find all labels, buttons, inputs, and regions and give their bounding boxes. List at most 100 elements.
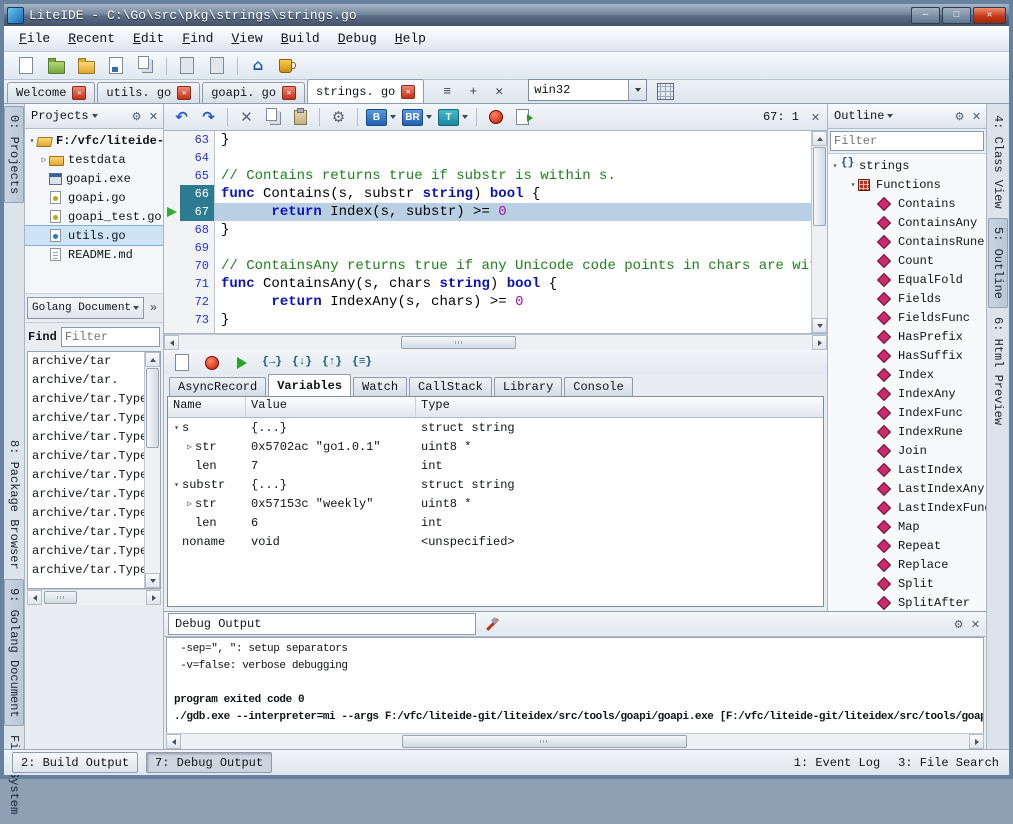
doc-browser-more-button[interactable]: » [146,301,161,315]
doc-item-archive-tar-typereg[interactable]: archive/tar.TypeReg [28,504,144,523]
editor-close-icon[interactable]: ✕ [809,111,822,124]
projects-view-combo[interactable]: Projects [28,108,101,124]
projects-gear-icon[interactable]: ⚙ [130,110,143,123]
scroll-up-icon[interactable] [145,352,160,367]
doc-item-archive-tar-typelink[interactable]: archive/tar.TypeLink [28,485,144,504]
code-editor[interactable]: 6364656667686970717273 } // Contains retu… [164,131,827,334]
margin-cell[interactable] [164,221,180,239]
menu-edit[interactable]: Edit [124,29,173,48]
code-line[interactable]: } [221,221,811,239]
line-number[interactable]: 68 [180,221,214,239]
debug-tab-watch[interactable]: Watch [353,377,407,396]
code-line[interactable] [221,149,811,167]
expander-icon[interactable]: ▷ [184,499,195,509]
tree-item-indexrune[interactable]: IndexRune [828,422,986,441]
menu-find[interactable]: Find [173,29,222,48]
doc-item-archive-tar-typecont[interactable]: archive/tar.TypeCont [28,428,144,447]
line-number[interactable]: 71 [180,275,214,293]
side-tab-5-outline[interactable]: 5: Outline [988,218,1008,308]
tree-item-functions[interactable]: ▾Functions [828,175,986,194]
column-header-type[interactable]: Type [416,397,823,417]
tree-item-goapi-exe[interactable]: goapi.exe [25,169,163,188]
scroll-thumb[interactable] [146,368,159,448]
side-tab-9-golang-document[interactable]: 9: Golang Document [4,579,24,727]
line-number[interactable]: 67 [180,203,214,221]
code-area[interactable]: } // Contains returns true if substr is w… [215,131,811,333]
menu-file[interactable]: File [10,29,59,48]
clear-output-icon[interactable] [484,617,498,631]
statusbar-2-build-output[interactable]: 2: Build Output [12,752,138,773]
margin-cell[interactable] [164,131,180,149]
target-combo[interactable]: win32 [528,79,647,101]
export-button[interactable] [510,107,535,127]
save-all-button[interactable] [132,55,160,77]
variable-row[interactable]: len7int [168,456,823,475]
menu-recent[interactable]: Recent [59,29,124,48]
tree-item-indexfunc[interactable]: IndexFunc [828,403,986,422]
code-line[interactable]: } [221,131,811,149]
menu-help[interactable]: Help [386,29,435,48]
code-line[interactable]: return IndexAny(s, chars) >= 0 [221,293,811,311]
scroll-thumb[interactable] [813,147,826,226]
outline-view-combo[interactable]: Outline [831,108,896,124]
start-debug-button[interactable] [483,107,508,127]
code-line[interactable]: // Contains returns true if substr is wi… [221,167,811,185]
tree-item-map[interactable]: Map [828,517,986,536]
column-header-name[interactable]: Name [168,397,246,417]
tree-item-lastindexfunc[interactable]: LastIndexFunc [828,498,986,517]
debug-tab-asyncrecord[interactable]: AsyncRecord [169,377,266,396]
doc-list-hscrollbar[interactable] [27,589,161,605]
scroll-left-icon[interactable] [166,734,181,749]
tree-item-lastindexany[interactable]: LastIndexAny [828,479,986,498]
line-number[interactable]: 70 [180,257,214,275]
step-into-button[interactable]: {↓} [289,352,315,373]
tree-item-fieldsfunc[interactable]: FieldsFunc [828,308,986,327]
minimize-button[interactable]: ─ [911,7,940,24]
scroll-up-icon[interactable] [812,131,827,146]
cut-button[interactable]: ✕ [234,107,259,127]
doc-item-archive-tar-typefifo[interactable]: archive/tar.TypeFifo [28,466,144,485]
doc-item-archive-tar-typedir[interactable]: archive/tar.TypeDir [28,447,144,466]
scroll-down-icon[interactable] [145,573,160,588]
split-editor-button[interactable]: + [462,82,484,101]
expander-icon[interactable]: ▾ [848,180,858,190]
tree-item-join[interactable]: Join [828,441,986,460]
close-file-button[interactable] [203,55,231,77]
variable-row[interactable]: nonamevoid<unspecified> [168,532,823,551]
output-gear-icon[interactable]: ⚙ [952,618,965,631]
line-number[interactable]: 69 [180,239,214,257]
expander-icon[interactable]: ▾ [830,161,840,171]
scroll-down-icon[interactable] [812,318,827,333]
tree-item-contains[interactable]: Contains [828,194,986,213]
tree-item-goapi-test-go[interactable]: goapi_test.go [25,207,163,226]
tree-item-split[interactable]: Split [828,574,986,593]
expander-icon[interactable]: ▷ [39,155,49,165]
maximize-button[interactable]: □ [942,7,971,24]
line-number[interactable]: 63 [180,131,214,149]
paste-button[interactable] [288,107,313,127]
tab-goapi-go[interactable]: goapi. go✕ [202,82,305,103]
doc-item-archive-tar[interactable]: archive/tar [28,352,144,371]
scissors-button[interactable]: ✕ [488,82,510,101]
tree-item-hassuffix[interactable]: HasSuffix [828,346,986,365]
open-file-button[interactable] [42,55,70,77]
tab-strings-go[interactable]: strings. go✕ [307,79,424,103]
tree-item-testdata[interactable]: ▷testdata [25,150,163,169]
side-tab-0-projects[interactable]: 0: Projects [4,106,24,203]
tree-item-replace[interactable]: Replace [828,555,986,574]
outline-gear-icon[interactable]: ⚙ [953,110,966,123]
line-number-gutter[interactable]: 6364656667686970717273 [180,131,215,333]
build-config-icon[interactable] [657,83,674,100]
debug-tab-library[interactable]: Library [494,377,562,396]
output-selector-combo[interactable]: Debug Output [168,613,476,635]
tree-item-index[interactable]: Index [828,365,986,384]
doc-item-archive-tar-typeblock[interactable]: archive/tar.TypeBlock [28,390,144,409]
tree-item-lastindex[interactable]: LastIndex [828,460,986,479]
margin-cell[interactable] [164,167,180,185]
scroll-right-icon[interactable] [146,590,161,605]
code-line[interactable]: func ContainsAny(s, chars string) bool { [221,275,811,293]
tree-item-f-vfc-liteide-git[interactable]: ▾F:/vfc/liteide-git [25,131,163,150]
code-line[interactable] [221,239,811,257]
tree-item-hasprefix[interactable]: HasPrefix [828,327,986,346]
code-line[interactable]: } [221,311,811,329]
